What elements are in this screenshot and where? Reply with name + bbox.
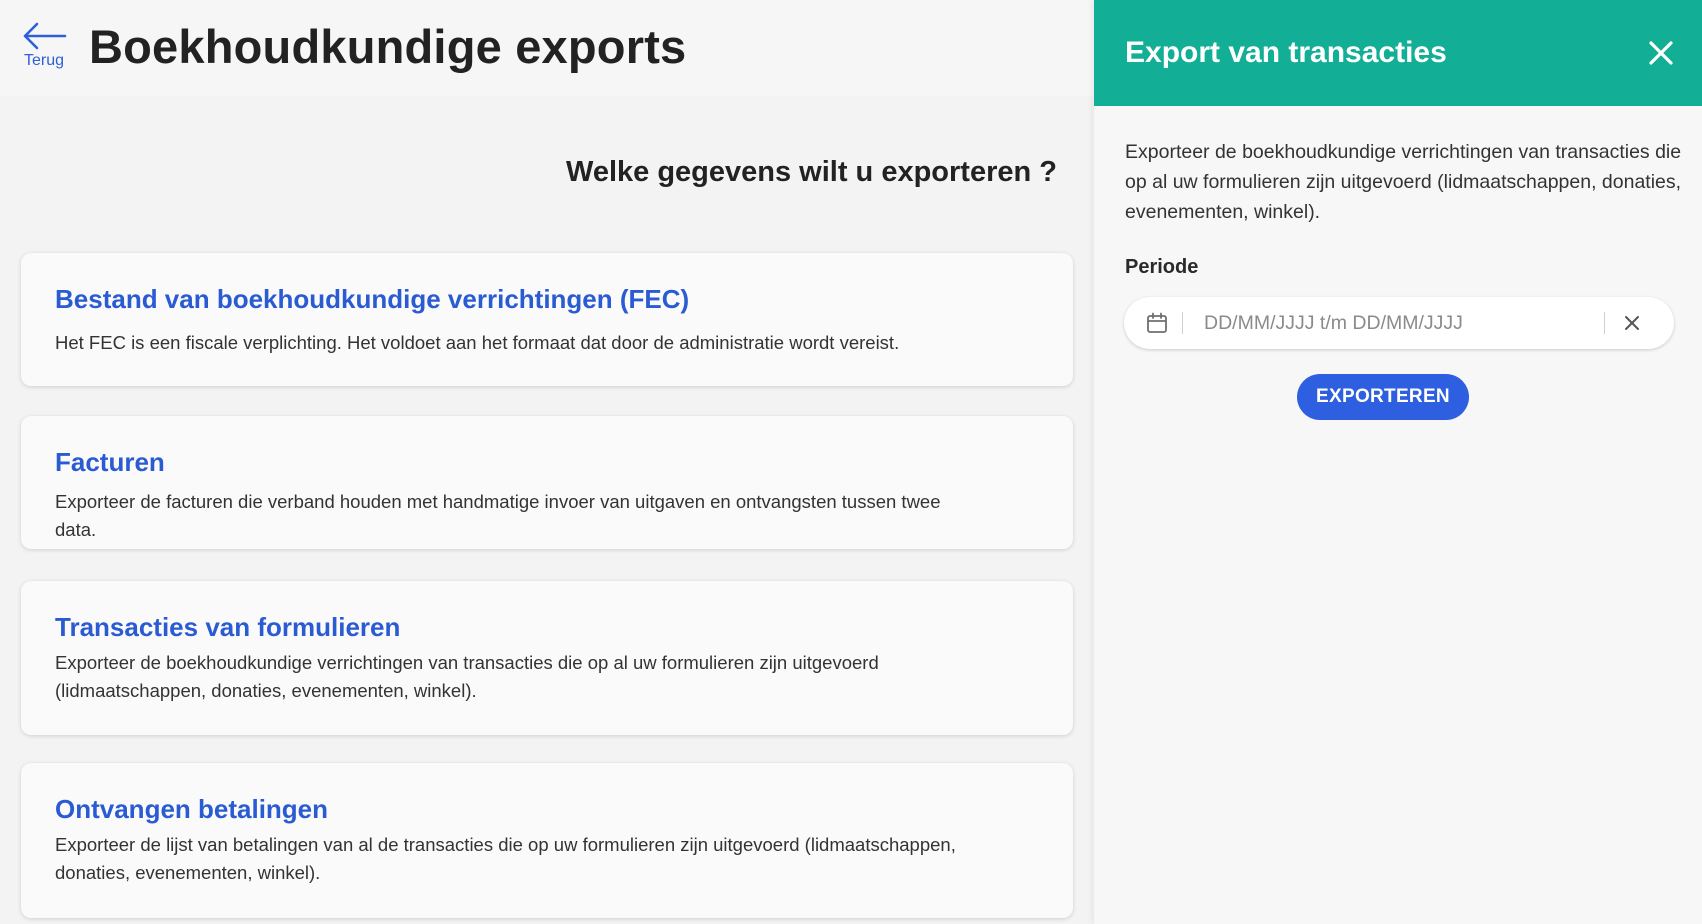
card-description: Exporteer de boekhoudkundige verrichting… <box>55 652 879 701</box>
card-description: Exporteer de lijst van betalingen van al… <box>55 834 956 883</box>
card-title: Bestand van boekhoudkundige verrichtinge… <box>55 284 690 314</box>
back-button[interactable]: Terug <box>20 22 68 74</box>
arrow-left-icon <box>23 22 67 50</box>
card-title: Facturen <box>55 447 165 477</box>
field-divider <box>1604 312 1605 334</box>
export-card-invoices[interactable]: Facturen Exporteer de facturen die verba… <box>21 416 1073 549</box>
clear-date-button[interactable] <box>1623 314 1641 332</box>
period-label: Periode <box>1125 256 1199 278</box>
card-title: Transacties van formulieren <box>55 612 401 642</box>
close-panel-button[interactable] <box>1646 38 1676 68</box>
export-card-form-transactions[interactable]: Transacties van formulieren Exporteer de… <box>21 581 1073 735</box>
clear-icon <box>1625 316 1639 330</box>
export-card-received-payments[interactable]: Ontvangen betalingen Exporteer de lijst … <box>21 763 1073 918</box>
card-description: Exporteer de facturen die verband houden… <box>55 491 941 540</box>
panel-title: Export van transacties <box>1125 36 1447 69</box>
back-label: Terug <box>23 52 65 69</box>
panel-header: Export van transacties <box>1094 0 1702 106</box>
date-range-input[interactable] <box>1204 308 1594 338</box>
main-content: Welke gegevens wilt u exporteren ? Besta… <box>0 96 1094 924</box>
export-question: Welke gegevens wilt u exporteren ? <box>565 156 1057 188</box>
close-icon <box>1649 41 1673 65</box>
panel-description: Exporteer de boekhoudkundige verrichting… <box>1125 141 1682 223</box>
card-description: Het FEC is een fiscale verplichting. Het… <box>55 332 900 353</box>
date-range-field[interactable] <box>1124 297 1674 349</box>
page-title: Boekhoudkundige exports <box>89 20 687 73</box>
card-title: Ontvangen betalingen <box>55 794 329 824</box>
export-card-fec[interactable]: Bestand van boekhoudkundige verrichtinge… <box>21 253 1073 386</box>
export-button[interactable]: EXPORTEREN <box>1297 374 1469 420</box>
export-side-panel: Export van transacties Exporteer de boek… <box>1094 0 1702 924</box>
page-header: Terug Boekhoudkundige exports <box>0 0 1094 96</box>
calendar-icon[interactable] <box>1146 312 1168 334</box>
field-divider <box>1182 312 1183 334</box>
